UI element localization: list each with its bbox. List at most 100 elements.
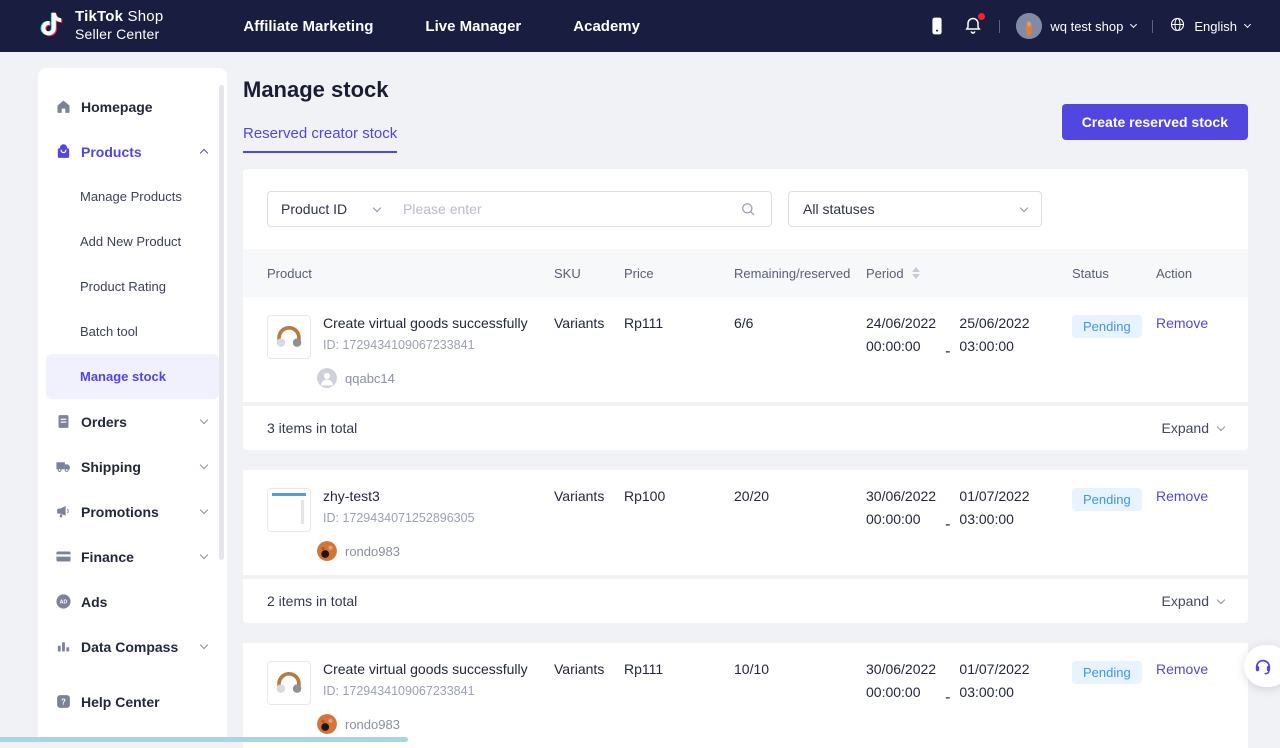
table-row: zhy-test3 ID: 1729434071252896305 rondo9… bbox=[243, 470, 1248, 575]
table-row: Create virtual goods successfully ID: 17… bbox=[243, 643, 1248, 748]
product-cell: Create virtual goods successfully ID: 17… bbox=[267, 661, 554, 734]
notifications-bell-icon[interactable] bbox=[963, 15, 983, 37]
column-header-product: Product bbox=[267, 266, 554, 281]
sidebar-subitem-batch-tool[interactable]: Batch tool bbox=[38, 309, 227, 354]
product-image-headphones[interactable] bbox=[267, 315, 311, 359]
product-name[interactable]: zhy-test3 bbox=[323, 488, 475, 505]
brand-subtitle: Seller Center bbox=[75, 26, 159, 42]
tiktok-note-icon bbox=[38, 9, 65, 44]
chevron-down-icon bbox=[200, 641, 208, 649]
chevron-down-icon bbox=[373, 203, 381, 211]
brand-name-suffix: Shop bbox=[128, 8, 164, 25]
period-start-time: 00:00:00 bbox=[866, 511, 936, 527]
period-cell: 30/06/2022 00:00:00 - 01/07/2022 03:00:0… bbox=[866, 661, 1072, 734]
tiktok-shop-logo[interactable]: TikTok Shop Seller Center bbox=[38, 8, 163, 43]
search-input[interactable] bbox=[393, 201, 739, 217]
search-icon[interactable] bbox=[739, 200, 758, 219]
period-dash: - bbox=[945, 516, 950, 534]
language-switcher[interactable]: English bbox=[1169, 16, 1250, 36]
expand-button[interactable]: Expand bbox=[1162, 420, 1224, 436]
period-start-time: 00:00:00 bbox=[866, 338, 936, 354]
price-cell: Rp111 bbox=[624, 315, 734, 388]
nav-link-live-manager[interactable]: Live Manager bbox=[425, 18, 521, 35]
product-cell: zhy-test3 ID: 1729434071252896305 rondo9… bbox=[267, 488, 554, 561]
sidebar-item-help-center[interactable]: ? Help Center bbox=[38, 679, 227, 724]
sidebar-item-homepage[interactable]: Homepage bbox=[38, 84, 227, 129]
creator-name: rondo983 bbox=[345, 717, 400, 732]
sidebar-item-label: Data Compass bbox=[81, 639, 178, 655]
orders-icon bbox=[55, 413, 72, 430]
product-name[interactable]: Create virtual goods successfully bbox=[323, 315, 528, 332]
ads-icon: AD bbox=[55, 593, 72, 610]
creator-name: rondo983 bbox=[345, 544, 400, 559]
shop-avatar bbox=[1016, 13, 1042, 39]
creator-avatar bbox=[317, 368, 337, 388]
chevron-down-icon bbox=[200, 416, 208, 424]
table-header: Product SKU Price Remaining/reserved Per… bbox=[243, 249, 1248, 297]
sku-cell: Variants bbox=[554, 488, 624, 561]
globe-icon bbox=[1169, 16, 1186, 36]
column-header-action: Action bbox=[1156, 266, 1224, 281]
tab-reserved-creator-stock[interactable]: Reserved creator stock bbox=[243, 125, 397, 153]
period-cell: 30/06/2022 00:00:00 - 01/07/2022 03:00:0… bbox=[866, 488, 1072, 561]
remove-button[interactable]: Remove bbox=[1156, 488, 1224, 561]
sidebar-subitem-add-new-product[interactable]: Add New Product bbox=[38, 219, 227, 264]
group-footer: 2 items in total Expand bbox=[243, 579, 1248, 623]
column-header-status: Status bbox=[1072, 266, 1156, 281]
creator-name: qqabc14 bbox=[345, 371, 395, 386]
table-row: Create virtual goods successfully ID: 17… bbox=[243, 297, 1248, 402]
create-reserved-stock-button[interactable]: Create reserved stock bbox=[1062, 104, 1248, 140]
sidebar-item-products[interactable]: Products bbox=[38, 129, 227, 174]
period-end-date: 01/07/2022 bbox=[959, 488, 1029, 504]
sidebar-item-label: Ads bbox=[81, 594, 107, 610]
support-button[interactable] bbox=[1244, 645, 1280, 687]
expand-button[interactable]: Expand bbox=[1162, 593, 1224, 609]
period-end-time: 03:00:00 bbox=[959, 684, 1029, 700]
nav-link-academy[interactable]: Academy bbox=[573, 18, 640, 35]
sort-icon[interactable] bbox=[912, 267, 920, 279]
sidebar-subitem-manage-stock[interactable]: Manage stock bbox=[46, 354, 219, 399]
chevron-down-icon bbox=[200, 506, 208, 514]
period-dash: - bbox=[945, 689, 950, 707]
product-image-headphones[interactable] bbox=[267, 661, 311, 705]
price-cell: Rp100 bbox=[624, 488, 734, 561]
sidebar-item-label: Promotions bbox=[81, 504, 159, 520]
search-field-label: Product ID bbox=[281, 201, 347, 217]
sku-cell: Variants bbox=[554, 661, 624, 734]
remove-button[interactable]: Remove bbox=[1156, 661, 1224, 734]
product-name[interactable]: Create virtual goods successfully bbox=[323, 661, 528, 678]
column-header-period: Period bbox=[866, 266, 1072, 281]
status-badge: Pending bbox=[1072, 315, 1142, 338]
items-total: 2 items in total bbox=[267, 593, 357, 609]
status-filter-select[interactable]: All statuses bbox=[788, 191, 1042, 227]
product-id: ID: 1729434109067233841 bbox=[323, 684, 528, 698]
creator-row: qqabc14 bbox=[317, 368, 554, 388]
sidebar-item-ads[interactable]: AD Ads bbox=[38, 579, 227, 624]
chevron-down-icon bbox=[200, 551, 208, 559]
period-header-label: Period bbox=[866, 266, 904, 281]
sidebar-subitem-product-rating[interactable]: Product Rating bbox=[38, 264, 227, 309]
sidebar-subitem-manage-products[interactable]: Manage Products bbox=[38, 174, 227, 219]
headset-icon bbox=[1253, 656, 1273, 676]
sidebar-item-finance[interactable]: Finance bbox=[38, 534, 227, 579]
sidebar-item-shipping[interactable]: Shipping bbox=[38, 444, 227, 489]
sidebar-item-data-compass[interactable]: Data Compass bbox=[38, 624, 227, 669]
period-end-date: 25/06/2022 bbox=[959, 315, 1029, 331]
sidebar-scrollbar[interactable] bbox=[219, 85, 224, 560]
horizontal-scrollbar[interactable] bbox=[0, 737, 408, 742]
mobile-app-icon[interactable] bbox=[927, 15, 947, 37]
expand-label: Expand bbox=[1162, 420, 1209, 436]
nav-link-affiliate-marketing[interactable]: Affiliate Marketing bbox=[243, 18, 373, 35]
column-header-sku: SKU bbox=[554, 266, 624, 281]
product-image-document[interactable] bbox=[267, 488, 311, 532]
remove-button[interactable]: Remove bbox=[1156, 315, 1224, 388]
sidebar-item-orders[interactable]: Orders bbox=[38, 399, 227, 444]
shop-switcher[interactable]: wq test shop bbox=[1016, 13, 1136, 39]
creator-avatar bbox=[317, 541, 337, 561]
status-cell: Pending bbox=[1072, 315, 1156, 388]
search-field-selector[interactable]: Product ID bbox=[268, 201, 393, 217]
period-cell: 24/06/2022 00:00:00 - 25/06/2022 03:00:0… bbox=[866, 315, 1072, 388]
sidebar-item-promotions[interactable]: Promotions bbox=[38, 489, 227, 534]
brand-name: TikTok bbox=[75, 8, 123, 25]
page-title: Manage stock bbox=[243, 76, 1248, 103]
